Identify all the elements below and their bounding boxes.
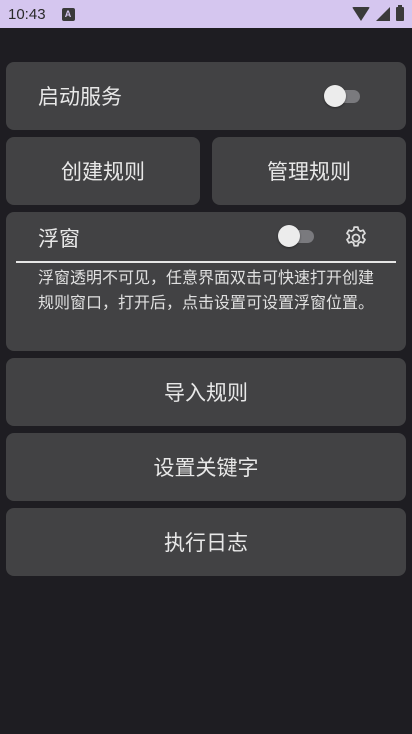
notification-icon: A — [61, 7, 75, 21]
toggle-thumb — [324, 85, 346, 107]
float-window-toggle[interactable] — [278, 224, 318, 248]
manage-rule-label: 管理规则 — [267, 160, 351, 184]
gear-icon[interactable] — [343, 225, 369, 251]
float-window-divider — [16, 261, 396, 263]
signal-icon — [376, 7, 390, 21]
service-row: 启动服务 — [6, 62, 406, 130]
exec-log-button[interactable]: 执行日志 — [6, 508, 406, 576]
float-window-title: 浮窗 — [38, 227, 80, 251]
service-label: 启动服务 — [38, 85, 122, 109]
exec-log-label: 执行日志 — [164, 531, 248, 555]
status-icons — [352, 5, 404, 21]
create-rule-label: 创建规则 — [61, 160, 145, 184]
status-bar: 10:43 A — [0, 0, 412, 28]
status-time: 10:43 — [8, 5, 46, 23]
set-keyword-label: 设置关键字 — [153, 456, 259, 480]
float-window-card: 浮窗 浮窗透明不可见，任意界面双击可快速打开创建规则窗口，打开后，点击设置可设置… — [6, 212, 406, 351]
create-rule-button[interactable]: 创建规则 — [6, 137, 200, 205]
import-rule-label: 导入规则 — [164, 381, 248, 405]
float-window-description: 浮窗透明不可见，任意界面双击可快速打开创建规则窗口，打开后，点击设置可设置浮窗位… — [38, 268, 375, 312]
import-rule-button[interactable]: 导入规则 — [6, 358, 406, 426]
battery-icon — [396, 5, 404, 21]
service-toggle[interactable] — [324, 84, 364, 108]
wifi-icon — [352, 7, 370, 21]
manage-rule-button[interactable]: 管理规则 — [212, 137, 406, 205]
toggle-thumb — [278, 225, 300, 247]
set-keyword-button[interactable]: 设置关键字 — [6, 433, 406, 501]
